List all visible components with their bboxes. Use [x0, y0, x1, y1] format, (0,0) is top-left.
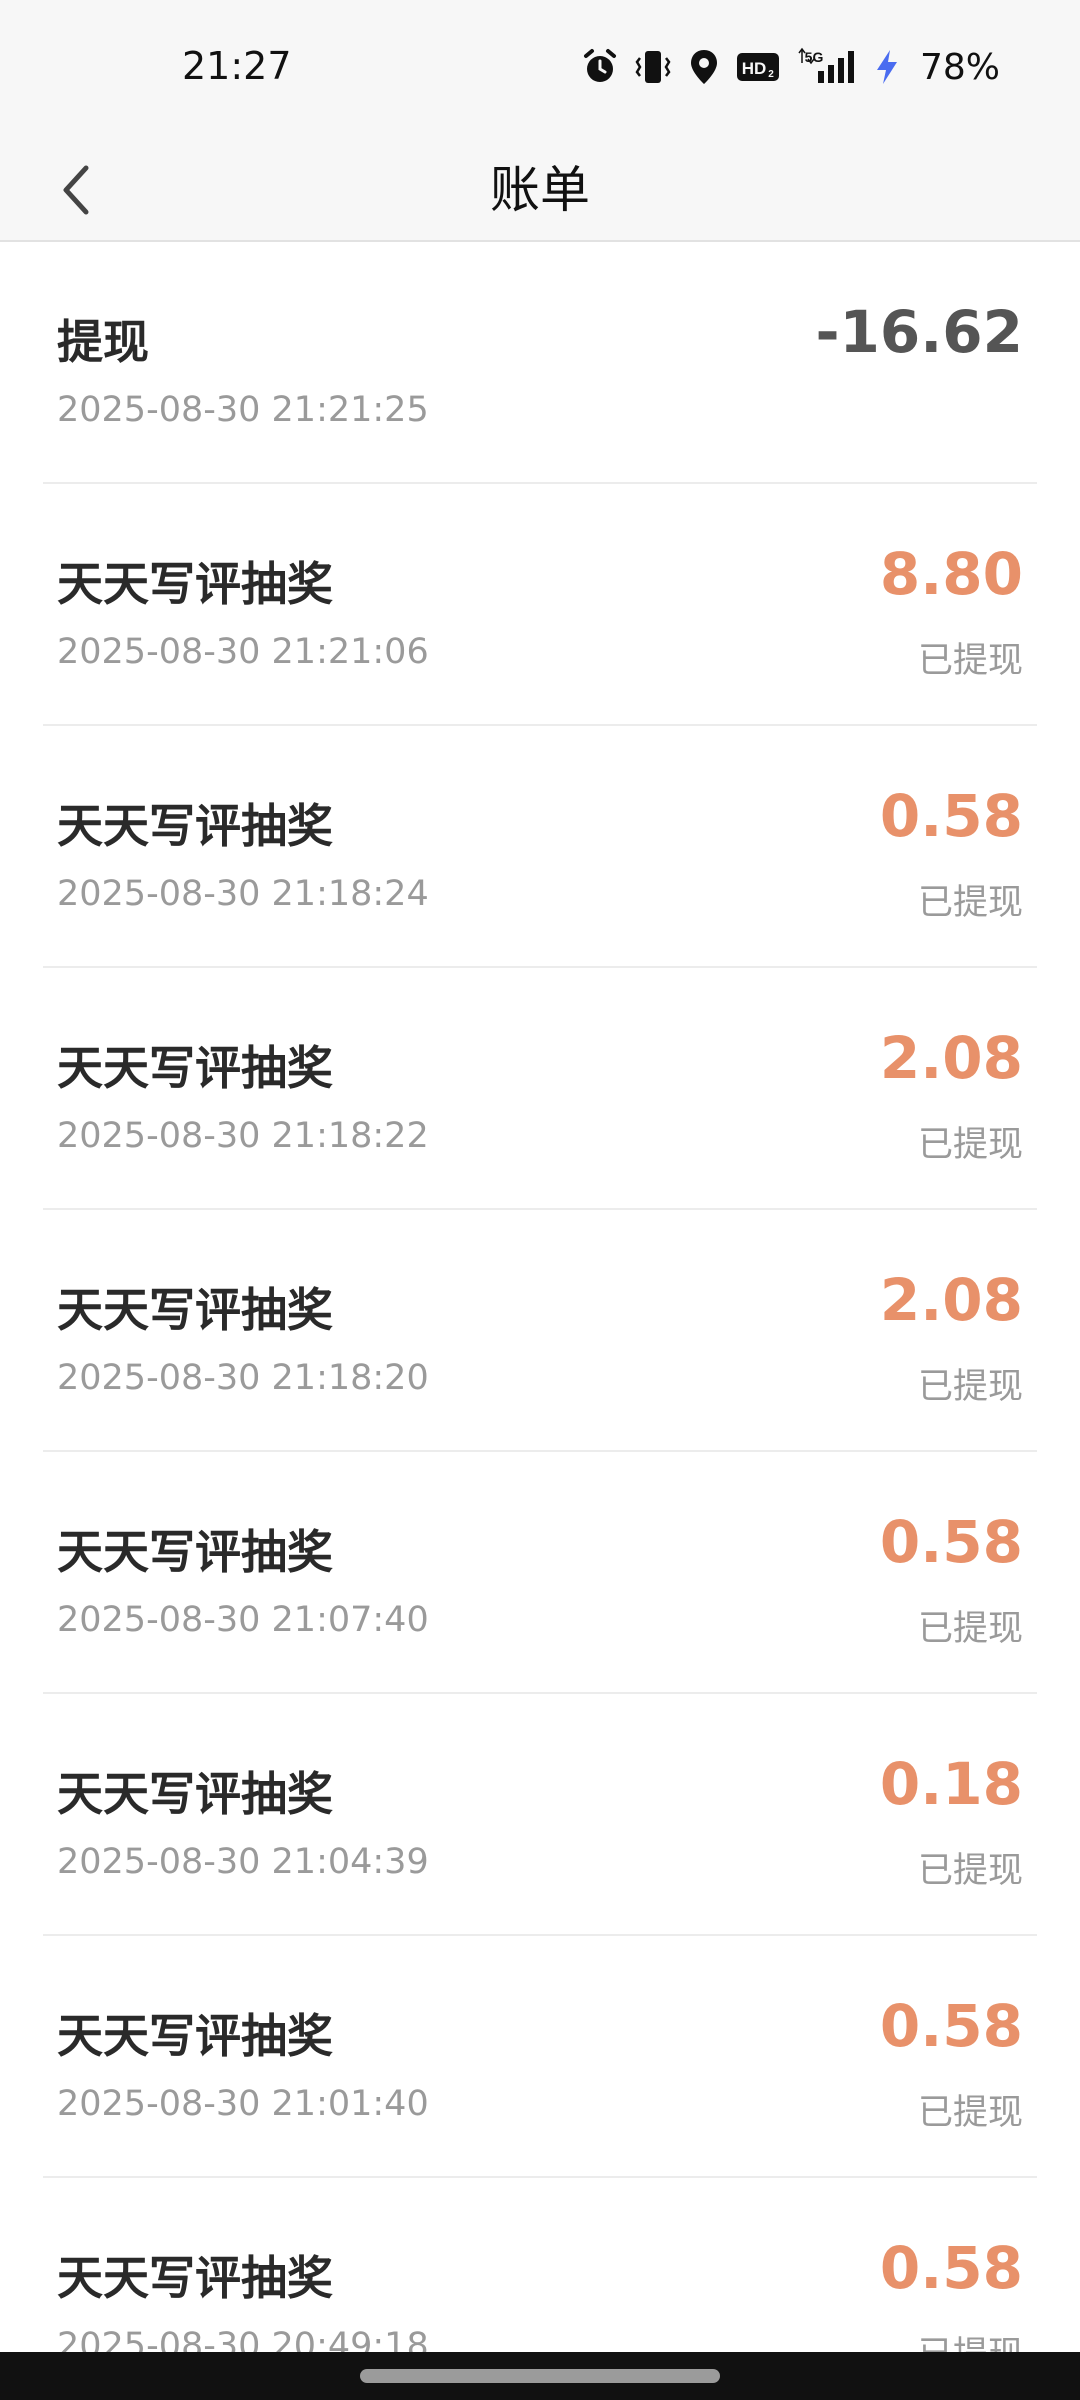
- bill-amount: 2.08: [879, 1266, 1023, 1334]
- bill-time: 2025-08-30 21:21:25: [57, 390, 429, 430]
- bill-status: 已提现: [917, 1609, 1023, 1649]
- bill-title: 天天写评抽奖: [57, 1041, 333, 1095]
- bill-row[interactable]: 天天写评抽奖 2025-08-30 21:21:06 8.80 已提现: [43, 484, 1037, 726]
- bill-status: 已提现: [917, 1851, 1023, 1891]
- bill-amount: 8.80: [879, 540, 1023, 608]
- location-icon: [688, 48, 720, 86]
- bill-status: 已提现: [918, 2326, 1023, 2352]
- bill-status: 已提现: [917, 883, 1023, 923]
- bill-title: 天天写评抽奖: [57, 1525, 333, 1579]
- bill-title: 天天写评抽奖: [57, 2009, 333, 2063]
- bill-time: 2025-08-30 21:01:40: [57, 2084, 429, 2124]
- bill-title: 天天写评抽奖: [57, 557, 333, 611]
- bill-amount: 0.58: [879, 1508, 1023, 1576]
- bill-status: 已提现: [917, 2093, 1023, 2133]
- bill-amount: 0.58: [879, 2234, 1023, 2302]
- status-bar: 21:27 HD 2 5G 78%: [0, 0, 1080, 140]
- bill-amount: 2.08: [879, 1024, 1023, 1092]
- bill-time: 2025-08-30 21:04:39: [57, 1842, 429, 1882]
- bill-status: 已提现: [917, 1125, 1023, 1165]
- bill-title: 天天写评抽奖: [57, 799, 333, 853]
- bill-amount: 0.58: [879, 1992, 1023, 2060]
- svg-text:2: 2: [768, 69, 774, 80]
- bill-time: 2025-08-30 20:49:18: [57, 2326, 429, 2352]
- signal-5g-icon: 5G: [796, 47, 858, 87]
- bill-list[interactable]: 提现 2025-08-30 21:21:25 -16.62 天天写评抽奖 202…: [0, 242, 1080, 2352]
- vibrate-icon: [634, 48, 672, 86]
- bill-status: 已提现: [917, 1367, 1023, 1407]
- bill-time: 2025-08-30 21:18:24: [57, 874, 429, 914]
- bill-row[interactable]: 天天写评抽奖 2025-08-30 21:18:22 2.08 已提现: [43, 968, 1037, 1210]
- bill-row[interactable]: 天天写评抽奖 2025-08-30 21:18:20 2.08 已提现: [43, 1210, 1037, 1452]
- bill-row[interactable]: 天天写评抽奖 2025-08-30 21:07:40 0.58 已提现: [43, 1452, 1037, 1694]
- bill-row[interactable]: 天天写评抽奖 2025-08-30 21:18:24 0.58 已提现: [43, 726, 1037, 968]
- bill-title: 天天写评抽奖: [57, 1283, 333, 1337]
- bill-title: 天天写评抽奖: [57, 1767, 333, 1821]
- charging-icon: [874, 48, 900, 86]
- bill-time: 2025-08-30 21:18:20: [57, 1358, 429, 1398]
- bill-row[interactable]: 天天写评抽奖 2025-08-30 21:01:40 0.58 已提现: [43, 1936, 1037, 2178]
- battery-percent: 78%: [919, 46, 1000, 88]
- home-indicator[interactable]: [360, 2369, 720, 2383]
- bill-title: 提现: [57, 315, 149, 369]
- bill-row[interactable]: 天天写评抽奖 2025-08-30 20:49:18 0.58 已提现: [43, 2178, 1037, 2352]
- bill-amount: -16.62: [815, 298, 1023, 366]
- hd-label: HD: [742, 59, 767, 78]
- status-time: 21:27: [182, 44, 292, 88]
- status-icons: HD 2 5G 78%: [582, 42, 1000, 92]
- hd-icon: HD 2: [736, 50, 780, 84]
- page-title: 账单: [490, 161, 590, 219]
- alarm-icon: [582, 48, 618, 86]
- title-bar: 账单: [0, 140, 1080, 242]
- bill-time: 2025-08-30 21:18:22: [57, 1116, 429, 1156]
- bill-row[interactable]: 天天写评抽奖 2025-08-30 21:04:39 0.18 已提现: [43, 1694, 1037, 1936]
- bill-time: 2025-08-30 21:07:40: [57, 1600, 429, 1640]
- bill-amount: 0.18: [879, 1750, 1023, 1818]
- bill-time: 2025-08-30 21:21:06: [57, 632, 429, 672]
- bill-title: 天天写评抽奖: [57, 2251, 333, 2305]
- bill-amount: 0.58: [879, 782, 1023, 850]
- bill-row[interactable]: 提现 2025-08-30 21:21:25 -16.62: [43, 242, 1037, 484]
- network-label: 5G: [805, 49, 824, 65]
- bill-status: 已提现: [917, 641, 1023, 681]
- navigation-bar: [0, 2352, 1080, 2400]
